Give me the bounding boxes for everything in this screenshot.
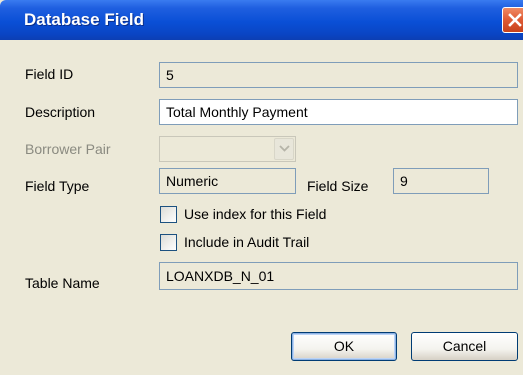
title-bar[interactable]: Database Field <box>0 0 523 40</box>
borrower-pair-label: Borrower Pair <box>25 141 111 157</box>
field-size-label: Field Size <box>307 178 369 194</box>
use-index-checkbox[interactable] <box>160 206 177 223</box>
table-name-field: LOANXDB_N_01 <box>159 262 518 290</box>
borrower-pair-select[interactable] <box>159 136 296 162</box>
ok-button[interactable]: OK <box>291 332 397 361</box>
close-icon <box>508 13 522 27</box>
cancel-button[interactable]: Cancel <box>411 332 518 361</box>
audit-trail-checkbox[interactable] <box>160 234 177 251</box>
description-input[interactable]: Total Monthly Payment <box>159 99 518 125</box>
dialog-title: Database Field <box>24 10 144 29</box>
description-label: Description <box>25 104 96 120</box>
borrower-pair-dropdown-button[interactable] <box>274 138 294 160</box>
use-index-option[interactable]: Use index for this Field <box>160 206 400 226</box>
field-type-label: Field Type <box>25 178 90 194</box>
audit-trail-option[interactable]: Include in Audit Trail <box>160 234 400 254</box>
use-index-label: Use index for this Field <box>184 206 327 222</box>
database-field-dialog: Database Field Field ID 5 Description To… <box>0 0 523 375</box>
table-name-label: Table Name <box>25 275 100 291</box>
close-button[interactable] <box>502 7 523 33</box>
field-id-field: 5 <box>159 62 518 88</box>
field-size-field: 9 <box>393 168 489 194</box>
audit-trail-label: Include in Audit Trail <box>184 234 310 250</box>
field-type-field: Numeric <box>159 168 296 194</box>
field-id-label: Field ID <box>25 66 74 82</box>
chevron-down-icon <box>279 145 290 152</box>
